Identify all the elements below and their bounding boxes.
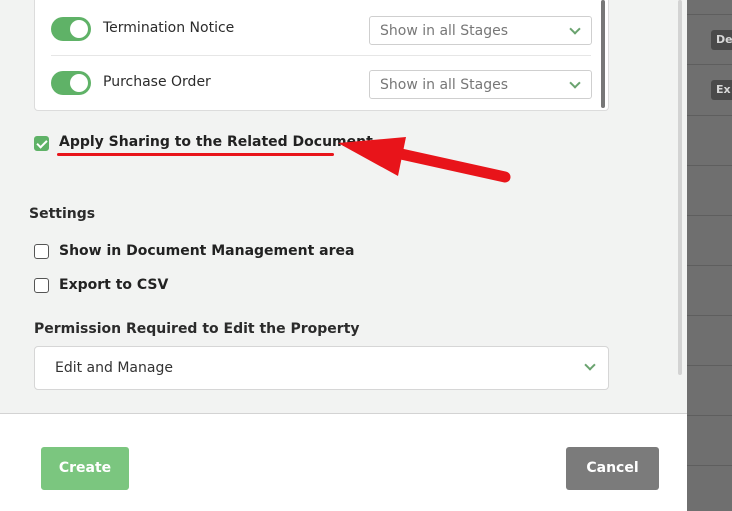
backdrop-row-divider bbox=[687, 465, 732, 466]
backdrop-row-divider bbox=[687, 315, 732, 316]
backdrop-row-divider bbox=[687, 115, 732, 116]
chevron-down-icon bbox=[584, 359, 596, 371]
backdrop-row-divider bbox=[687, 415, 732, 416]
permission-label: Permission Required to Edit the Property bbox=[34, 321, 360, 337]
termination-notice-stage-select[interactable]: Show in all Stages bbox=[369, 16, 592, 45]
cancel-button[interactable]: Cancel bbox=[566, 447, 659, 490]
backdrop-row-divider bbox=[687, 215, 732, 216]
annotation-underline bbox=[57, 153, 334, 156]
create-button[interactable]: Create bbox=[41, 447, 129, 490]
list-scrollbar[interactable] bbox=[601, 0, 605, 108]
apply-sharing-checkbox[interactable] bbox=[34, 136, 49, 151]
stage-select-value: Show in all Stages bbox=[380, 23, 508, 39]
show-in-document-management-checkbox[interactable] bbox=[34, 244, 49, 259]
backdrop-row-divider bbox=[687, 365, 732, 366]
chevron-down-icon bbox=[569, 77, 581, 89]
show-in-document-management-label[interactable]: Show in Document Management area bbox=[59, 243, 354, 259]
document-label: Termination Notice bbox=[103, 20, 235, 36]
purchase-order-stage-select[interactable]: Show in all Stages bbox=[369, 70, 592, 99]
dialog-footer: Create Cancel bbox=[0, 414, 687, 511]
permission-select[interactable]: Edit and Manage bbox=[34, 346, 609, 390]
backdrop-chip: De bbox=[711, 30, 732, 50]
chevron-down-icon bbox=[569, 23, 581, 35]
backdrop-row-divider bbox=[687, 14, 732, 15]
related-documents-list: Termination Notice Show in all Stages Pu… bbox=[34, 0, 609, 111]
document-row-termination-notice: Termination Notice Show in all Stages bbox=[51, 2, 592, 56]
background-overlay: De Ex bbox=[687, 0, 732, 511]
apply-sharing-label[interactable]: Apply Sharing to the Related Document bbox=[59, 134, 373, 150]
purchase-order-toggle[interactable] bbox=[51, 71, 91, 95]
export-to-csv-label[interactable]: Export to CSV bbox=[59, 277, 168, 293]
backdrop-chip: Ex bbox=[711, 80, 732, 100]
termination-notice-toggle[interactable] bbox=[51, 17, 91, 41]
settings-title: Settings bbox=[29, 206, 96, 222]
stage-select-value: Show in all Stages bbox=[380, 77, 508, 93]
document-row-purchase-order: Purchase Order Show in all Stages bbox=[51, 56, 592, 110]
panel-scrollbar[interactable] bbox=[678, 0, 682, 375]
toggle-knob bbox=[70, 74, 88, 92]
toggle-knob bbox=[70, 20, 88, 38]
permission-select-value: Edit and Manage bbox=[55, 360, 173, 376]
backdrop-row-divider bbox=[687, 265, 732, 266]
export-to-csv-checkbox[interactable] bbox=[34, 278, 49, 293]
backdrop-row-divider bbox=[687, 64, 732, 65]
backdrop-row-divider bbox=[687, 165, 732, 166]
document-label: Purchase Order bbox=[103, 74, 211, 90]
